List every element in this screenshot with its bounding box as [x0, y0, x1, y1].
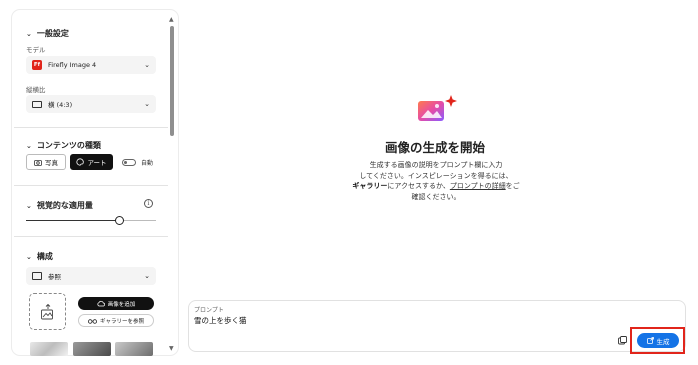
model-label: モデル — [26, 46, 46, 54]
firefly-logo-icon: Ff — [32, 60, 42, 70]
chevron-down-icon: ⌄ — [144, 61, 150, 69]
prompt-label: プロンプト — [194, 307, 224, 314]
auto-toggle[interactable] — [122, 159, 136, 166]
description-line: してください。インスピレーションを得るには、 — [359, 171, 513, 180]
empty-state-title: 画像の生成を開始 — [384, 140, 485, 155]
reference-upload-dropzone[interactable] — [29, 293, 66, 330]
camera-icon — [34, 159, 42, 166]
general-settings-title: 一般設定 — [36, 29, 69, 38]
aspect-ratio-icon — [32, 100, 42, 108]
auto-label: 自動 — [141, 160, 154, 167]
description-line: 確認ください。 — [411, 192, 461, 201]
chevron-down-icon: ⌄ — [26, 201, 32, 210]
prompt-input[interactable]: 雪の上を歩く猫 — [194, 315, 247, 326]
visual-intensity-header[interactable]: ⌄ 視覚的な適用量 — [26, 200, 93, 211]
sidebar-scrollbar[interactable] — [170, 26, 174, 136]
description-line: ギャラリーにアクセスするか、プロンプトの詳細をご — [336, 181, 536, 192]
scroll-down-arrow[interactable]: ▼ — [169, 346, 174, 352]
description-line: 生成する画像の説明をプロンプト欄に入力 — [369, 161, 503, 169]
visual-intensity-slider-fill — [26, 220, 120, 221]
aspect-ratio-value: 横 (4:3) — [48, 101, 73, 109]
general-settings-header[interactable]: ⌄ 一般設定 — [26, 28, 69, 39]
gallery-thumbnail[interactable] — [30, 342, 68, 356]
content-type-photo-button[interactable]: 写真 — [26, 154, 66, 170]
reference-label: 参照 — [48, 273, 61, 281]
composition-header[interactable]: ⌄ 構成 — [26, 251, 53, 262]
divider — [14, 127, 168, 128]
browse-gallery-button[interactable]: ギャラリーを参照 — [78, 314, 154, 327]
prompt-details-link[interactable]: プロンプトの詳細 — [450, 182, 506, 190]
model-value: Firefly Image 4 — [48, 61, 97, 69]
browse-gallery-label: ギャラリーを参照 — [99, 318, 144, 325]
aspect-ratio-label: 縦横比 — [26, 86, 46, 94]
chevron-down-icon: ⌄ — [26, 252, 32, 261]
aspect-ratio-select[interactable]: 横 (4:3) ⌄ — [26, 95, 156, 113]
reference-select[interactable]: 参照 ⌄ — [26, 267, 156, 285]
gallery-thumbnail[interactable] — [115, 342, 153, 356]
generate-image-sparkle-icon — [417, 93, 459, 129]
scroll-up-arrow[interactable]: ▲ — [169, 17, 174, 23]
visual-intensity-title: 視覚的な適用量 — [36, 201, 93, 210]
prompt-input-box[interactable] — [188, 300, 686, 352]
chevron-down-icon: ⌄ — [144, 100, 150, 108]
composition-title: 構成 — [36, 252, 53, 261]
chevron-down-icon: ⌄ — [144, 272, 150, 280]
model-select[interactable]: Ff Firefly Image 4 ⌄ — [26, 56, 156, 74]
empty-state-description: 生成する画像の説明をプロンプト欄に入力 してください。インスピレーションを得るに… — [336, 160, 536, 202]
generate-label: 生成 — [656, 337, 670, 346]
palette-icon — [76, 158, 85, 166]
chevron-down-icon: ⌄ — [26, 29, 32, 38]
content-type-title: コンテンツの種類 — [36, 141, 101, 150]
open-external-icon — [646, 337, 654, 344]
info-icon[interactable]: i — [144, 199, 153, 208]
content-type-header[interactable]: ⌄ コンテンツの種類 — [26, 140, 101, 151]
visual-intensity-slider-handle[interactable] — [115, 216, 124, 225]
binoculars-icon — [87, 318, 97, 324]
generate-button[interactable]: 生成 — [637, 333, 679, 348]
divider — [14, 236, 168, 237]
description-text: をご — [505, 182, 520, 190]
gallery-link[interactable]: ギャラリー — [352, 182, 387, 190]
chevron-down-icon: ⌄ — [26, 141, 32, 150]
content-type-art-label: アート — [87, 159, 107, 167]
image-upload-icon — [40, 303, 53, 319]
description-text: にアクセスするか、 — [387, 182, 450, 190]
divider — [14, 185, 168, 186]
gallery-thumbnail[interactable] — [73, 342, 111, 356]
add-image-label: 画像を追加 — [107, 301, 136, 308]
add-image-button[interactable]: 画像を追加 — [78, 297, 154, 310]
content-type-art-button[interactable]: アート — [70, 154, 113, 170]
reference-image-icon — [32, 272, 42, 280]
cloud-upload-icon — [97, 300, 105, 307]
content-type-photo-label: 写真 — [45, 159, 58, 167]
prompt-settings-icon[interactable] — [618, 336, 627, 345]
